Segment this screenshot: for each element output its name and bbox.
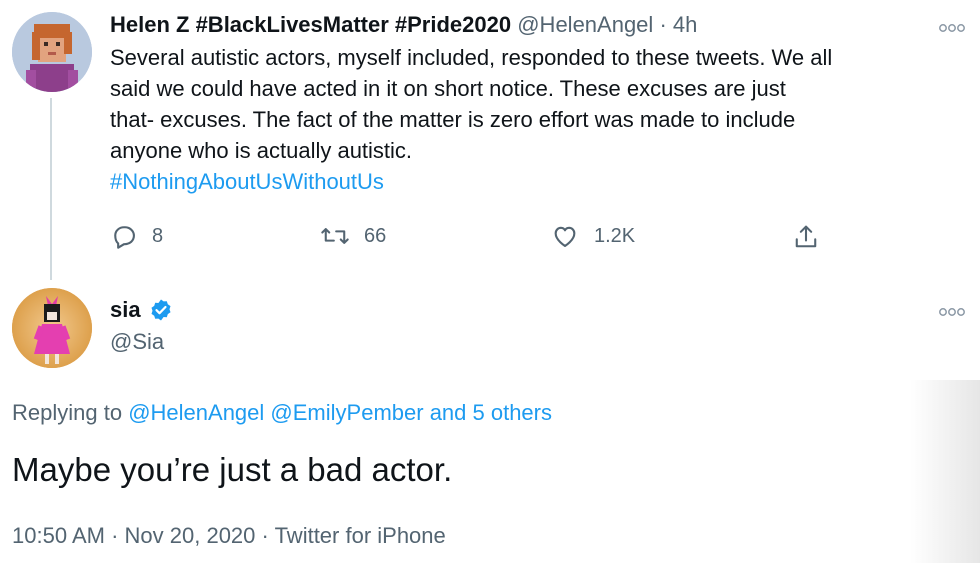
tweet-action-bar: 8 66 1.2K <box>110 222 830 258</box>
tweet-time[interactable]: 10:50 AM <box>12 523 105 548</box>
retweet-icon <box>321 228 349 244</box>
mention-link[interactable]: @HelenAngel <box>128 400 264 425</box>
tweet-timestamp[interactable]: 4h <box>673 12 697 37</box>
share-button[interactable] <box>792 222 820 252</box>
tweet-body: Several autistic actors, myself included… <box>110 42 968 197</box>
more-options-icon <box>939 24 965 32</box>
reply-count: 8 <box>152 224 164 247</box>
separator-dot: · <box>261 523 269 548</box>
tweet-text-line: Several autistic actors, myself included… <box>110 45 833 70</box>
thread-connector-line <box>50 98 52 280</box>
retweet-count: 66 <box>364 224 387 247</box>
more-options-button[interactable] <box>938 304 966 320</box>
separator-dot: · <box>659 12 667 37</box>
screenshot-edge-shadow <box>910 380 980 563</box>
others-link[interactable]: and 5 others <box>430 400 552 425</box>
author-handle[interactable]: @HelenAngel <box>517 12 653 37</box>
tweet-header: Helen Z #BlackLivesMatter #Pride2020 @He… <box>110 10 970 40</box>
separator-dot: · <box>111 523 119 548</box>
retweet-button[interactable]: 66 <box>320 222 386 250</box>
avatar[interactable] <box>12 288 92 368</box>
tweet-text-line: that- excuses. The fact of the matter is… <box>110 107 796 132</box>
replying-to-line: Replying to @HelenAngel @EmilyPember and… <box>12 398 552 428</box>
author-handle[interactable]: @Sia <box>110 326 173 358</box>
tweet-date[interactable]: Nov 20, 2020 <box>125 523 256 548</box>
share-icon <box>795 225 817 248</box>
parent-tweet: Helen Z #BlackLivesMatter #Pride2020 @He… <box>110 10 970 197</box>
tweet-client[interactable]: Twitter for iPhone <box>275 523 446 548</box>
like-button[interactable]: 1.2K <box>550 222 635 250</box>
author-display-name[interactable]: sia <box>110 294 141 326</box>
mention-link[interactable]: @EmilyPember <box>270 400 423 425</box>
verified-badge-icon <box>151 299 171 321</box>
avatar[interactable] <box>12 12 92 92</box>
tweet-metadata: 10:50 AM · Nov 20, 2020 · Twitter for iP… <box>12 520 446 552</box>
heart-icon <box>554 226 576 247</box>
tweet-text-line: said we could have acted in it on short … <box>110 76 786 101</box>
more-options-icon <box>939 308 965 316</box>
like-count: 1.2K <box>594 224 636 247</box>
reply-tweet-header: sia @Sia <box>110 294 173 358</box>
reply-tweet-text: Maybe you’re just a bad actor. <box>12 451 453 488</box>
pink-dress-avatar-icon <box>12 288 92 368</box>
author-display-name[interactable]: Helen Z #BlackLivesMatter #Pride2020 <box>110 12 511 37</box>
tweet-text-line: anyone who is actually autistic. <box>110 138 413 163</box>
more-options-button[interactable] <box>938 20 966 36</box>
replying-to-prefix: Replying to <box>12 400 123 425</box>
reply-button[interactable]: 8 <box>110 222 163 250</box>
reply-icon <box>114 226 135 249</box>
lego-figure-avatar-icon <box>12 12 92 92</box>
hashtag-link[interactable]: #NothingAboutUsWithoutUs <box>110 166 968 197</box>
